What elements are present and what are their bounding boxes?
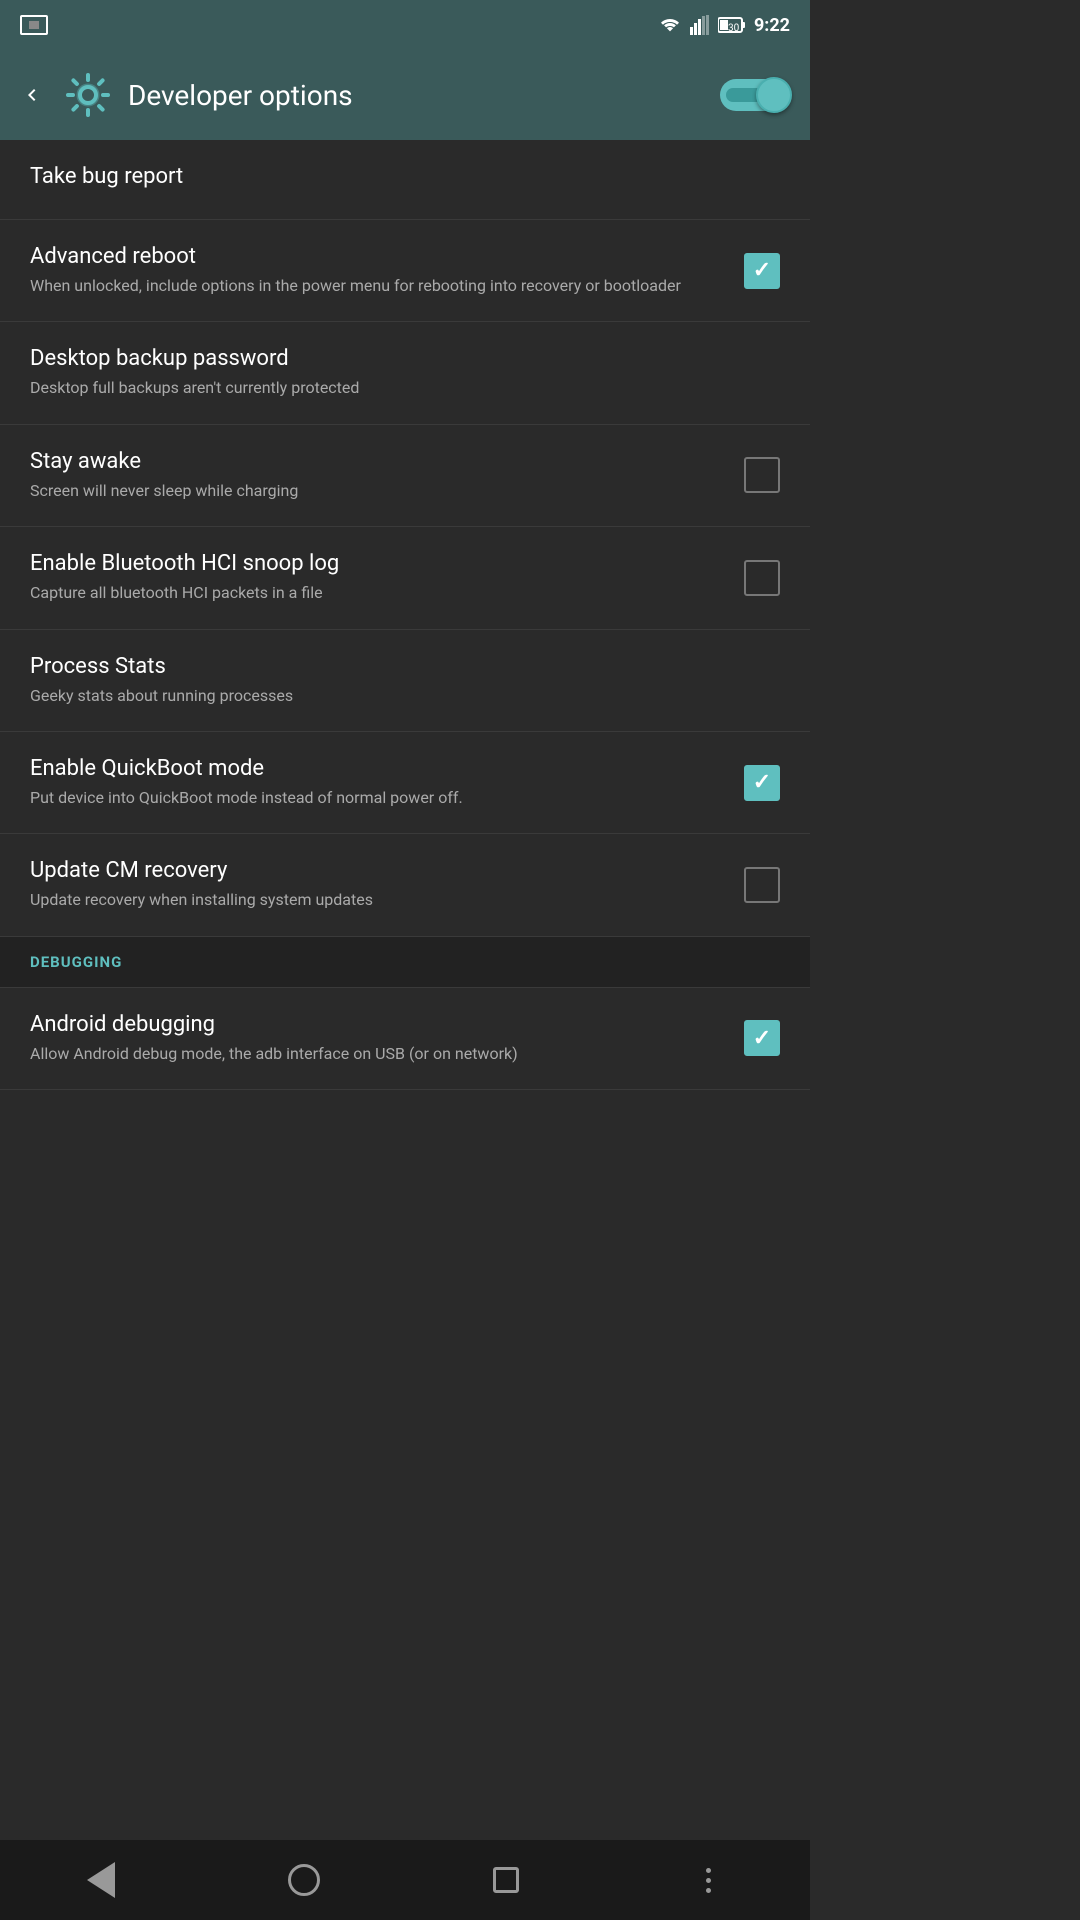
recent-apps-button[interactable] bbox=[476, 1850, 536, 1910]
settings-item-advanced-reboot[interactable]: Advanced reboot When unlocked, include o… bbox=[0, 220, 810, 322]
settings-item-content: Advanced reboot When unlocked, include o… bbox=[30, 244, 744, 297]
settings-item-title: Enable Bluetooth HCI snoop log bbox=[30, 551, 724, 576]
settings-item-content: Enable Bluetooth HCI snoop log Capture a… bbox=[30, 551, 744, 604]
app-header: Developer options bbox=[0, 50, 810, 140]
more-icon bbox=[706, 1868, 711, 1893]
status-bar: 30 9:22 bbox=[0, 0, 810, 50]
settings-item-subtitle: Put device into QuickBoot mode instead o… bbox=[30, 787, 724, 809]
developer-options-toggle[interactable] bbox=[720, 79, 790, 111]
header-left: Developer options bbox=[20, 71, 353, 119]
home-icon bbox=[288, 1864, 320, 1896]
wifi-icon bbox=[658, 15, 682, 35]
settings-item-title: Take bug report bbox=[30, 164, 760, 189]
settings-item-title: Android debugging bbox=[30, 1012, 724, 1037]
settings-item-stay-awake[interactable]: Stay awake Screen will never sleep while… bbox=[0, 425, 810, 527]
settings-item-subtitle: Allow Android debug mode, the adb interf… bbox=[30, 1043, 724, 1065]
toggle-switch-track[interactable] bbox=[720, 79, 790, 111]
quickboot-checkbox[interactable] bbox=[744, 765, 780, 801]
settings-item-quickboot[interactable]: Enable QuickBoot mode Put device into Qu… bbox=[0, 732, 810, 834]
settings-item-update-cm-recovery[interactable]: Update CM recovery Update recovery when … bbox=[0, 834, 810, 936]
settings-item-android-debugging[interactable]: Android debugging Allow Android debug mo… bbox=[0, 988, 810, 1090]
recent-icon bbox=[493, 1867, 519, 1893]
back-icon bbox=[87, 1862, 115, 1898]
more-options-button[interactable] bbox=[679, 1850, 739, 1910]
settings-item-content: Android debugging Allow Android debug mo… bbox=[30, 1012, 744, 1065]
settings-item-bluetooth-hci[interactable]: Enable Bluetooth HCI snoop log Capture a… bbox=[0, 527, 810, 629]
back-button[interactable] bbox=[71, 1850, 131, 1910]
settings-item-subtitle: Screen will never sleep while charging bbox=[30, 480, 724, 502]
battery-icon: 30 bbox=[718, 16, 746, 34]
settings-item-subtitle: Capture all bluetooth HCI packets in a f… bbox=[30, 582, 724, 604]
status-icons: 30 9:22 bbox=[658, 15, 790, 36]
settings-item-subtitle: Geeky stats about running processes bbox=[30, 685, 760, 707]
settings-item-subtitle: When unlocked, include options in the po… bbox=[30, 275, 724, 297]
settings-list: Take bug report Advanced reboot When unl… bbox=[0, 140, 810, 1090]
settings-item-content: Enable QuickBoot mode Put device into Qu… bbox=[30, 756, 744, 809]
advanced-reboot-checkbox[interactable] bbox=[744, 253, 780, 289]
stay-awake-checkbox[interactable] bbox=[744, 457, 780, 493]
settings-item-process-stats[interactable]: Process Stats Geeky stats about running … bbox=[0, 630, 810, 732]
update-cm-recovery-checkbox[interactable] bbox=[744, 867, 780, 903]
android-debugging-checkbox[interactable] bbox=[744, 1020, 780, 1056]
settings-item-take-bug-report[interactable]: Take bug report bbox=[0, 140, 810, 220]
gear-icon bbox=[64, 71, 112, 119]
back-arrow-icon[interactable] bbox=[20, 83, 44, 107]
home-button[interactable] bbox=[274, 1850, 334, 1910]
status-bar-left bbox=[20, 15, 48, 35]
svg-text:30: 30 bbox=[728, 23, 740, 34]
settings-item-title: Enable QuickBoot mode bbox=[30, 756, 724, 781]
settings-item-content: Stay awake Screen will never sleep while… bbox=[30, 449, 744, 502]
bluetooth-hci-checkbox[interactable] bbox=[744, 560, 780, 596]
page-title: Developer options bbox=[128, 79, 353, 112]
settings-item-title: Process Stats bbox=[30, 654, 760, 679]
settings-item-title: Stay awake bbox=[30, 449, 724, 474]
settings-item-subtitle: Update recovery when installing system u… bbox=[30, 889, 724, 911]
section-header-debugging: DEBUGGING bbox=[0, 937, 810, 988]
screenshot-icon bbox=[20, 15, 48, 35]
settings-item-title: Desktop backup password bbox=[30, 346, 760, 371]
settings-item-content: Desktop backup password Desktop full bac… bbox=[30, 346, 780, 399]
settings-item-content: Take bug report bbox=[30, 164, 780, 195]
settings-item-desktop-backup-password[interactable]: Desktop backup password Desktop full bac… bbox=[0, 322, 810, 424]
settings-item-subtitle: Desktop full backups aren't currently pr… bbox=[30, 377, 760, 399]
signal-icon bbox=[690, 15, 710, 35]
settings-item-title: Update CM recovery bbox=[30, 858, 724, 883]
status-time: 9:22 bbox=[754, 15, 790, 36]
section-header-title: DEBUGGING bbox=[30, 953, 780, 971]
navigation-bar bbox=[0, 1840, 810, 1920]
settings-item-content: Update CM recovery Update recovery when … bbox=[30, 858, 744, 911]
settings-item-content: Process Stats Geeky stats about running … bbox=[30, 654, 780, 707]
settings-item-title: Advanced reboot bbox=[30, 244, 724, 269]
